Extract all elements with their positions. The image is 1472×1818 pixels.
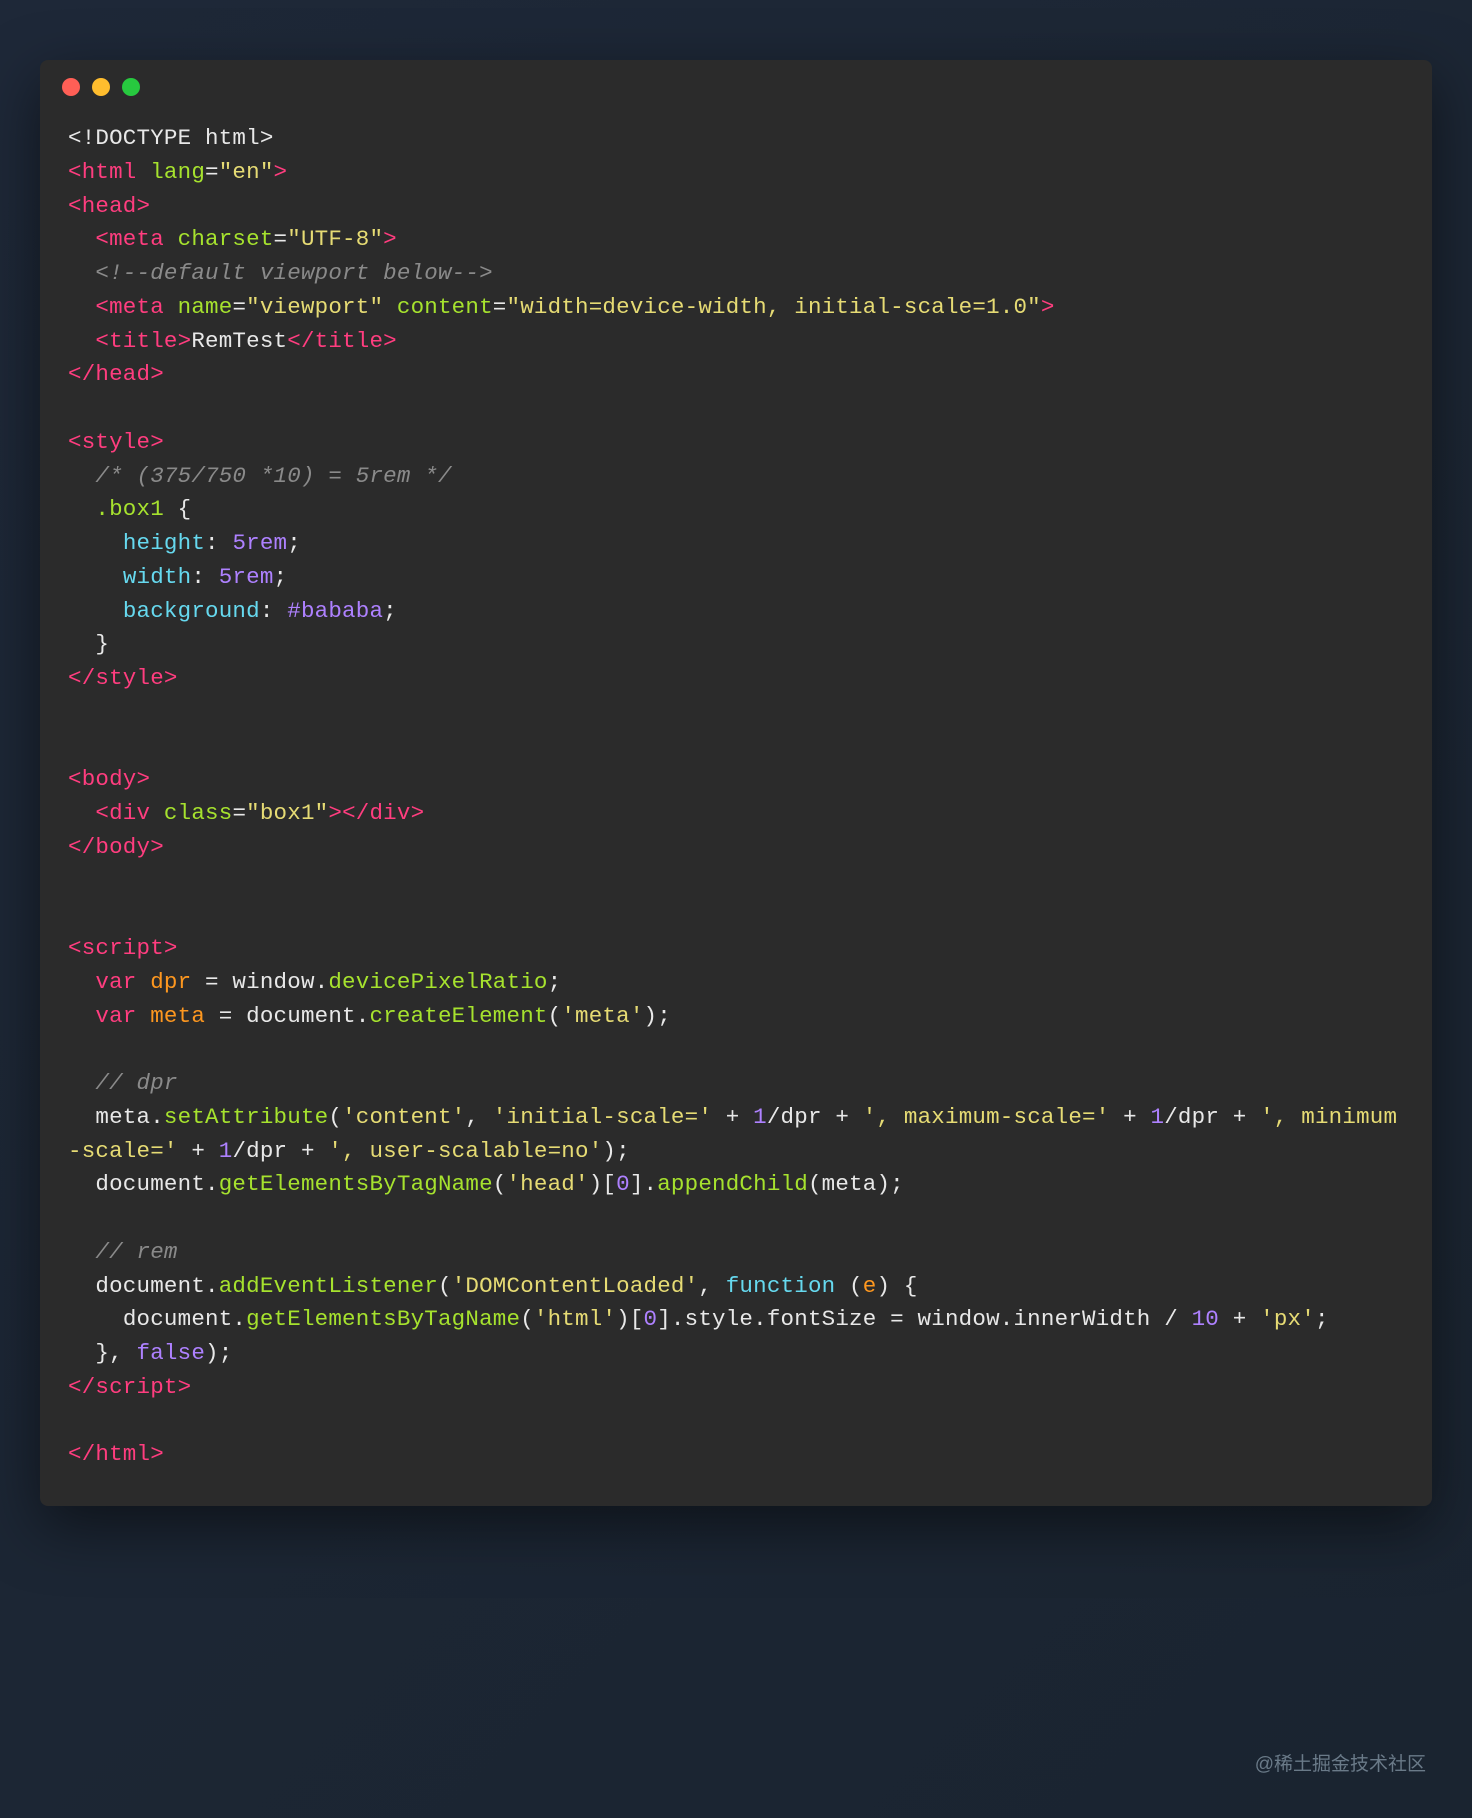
code-line: </head> [68, 361, 164, 387]
code-comment: // rem [95, 1239, 177, 1265]
code-line: <meta [95, 294, 164, 320]
code-line: <meta [95, 226, 164, 252]
minimize-icon[interactable] [92, 78, 110, 96]
close-icon[interactable] [62, 78, 80, 96]
code-comment: // dpr [95, 1070, 177, 1096]
code-comment: /* (375/750 *10) = 5rem */ [95, 463, 451, 489]
code-line: var [95, 1003, 136, 1029]
code-line: background [123, 598, 260, 624]
code-line: <style> [68, 429, 164, 455]
code-line: </html> [68, 1441, 164, 1467]
zoom-icon[interactable] [122, 78, 140, 96]
code-line: <!DOCTYPE html> [68, 125, 274, 151]
code-line: </body> [68, 834, 164, 860]
code-line: meta. [95, 1104, 164, 1130]
code-line: var [95, 969, 136, 995]
code-line: document. [95, 1171, 218, 1197]
code-line: }, [95, 1340, 136, 1366]
code-line: .box1 [95, 496, 164, 522]
code-line: </style> [68, 665, 178, 691]
code-editor-window: <!DOCTYPE html> <html lang="en"> <head> … [40, 60, 1432, 1506]
code-line: document. [123, 1306, 246, 1332]
code-line: <title> [95, 328, 191, 354]
code-line: </script> [68, 1374, 191, 1400]
code-line: height [123, 530, 205, 556]
code-line: } [95, 631, 109, 657]
code-line: <body> [68, 766, 150, 792]
code-line: width [123, 564, 192, 590]
code-line: document. [95, 1273, 218, 1299]
code-line: <script> [68, 935, 178, 961]
code-comment: <!--default viewport below--> [95, 260, 492, 286]
watermark: @稀土掘金技术社区 [1255, 1749, 1426, 1776]
code-line: <html [68, 159, 137, 185]
code-line: <head> [68, 193, 150, 219]
window-titlebar [40, 60, 1432, 108]
code-line: <div [95, 800, 150, 826]
code-content: <!DOCTYPE html> <html lang="en"> <head> … [40, 108, 1432, 1506]
